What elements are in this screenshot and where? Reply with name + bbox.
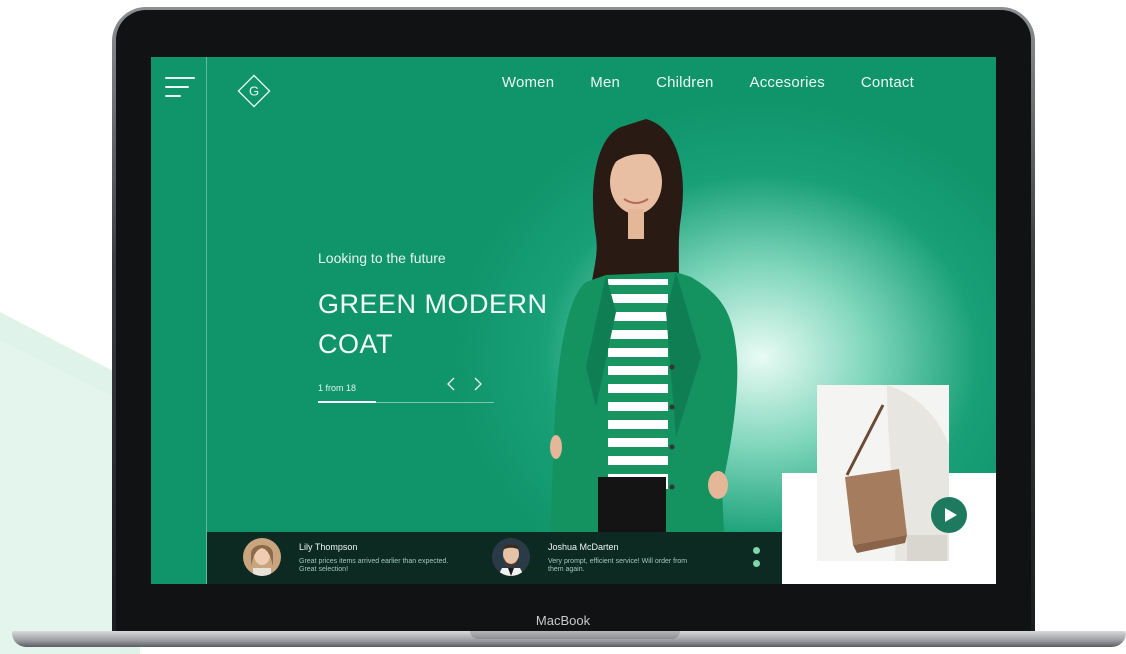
- slide-progress-fill: [318, 401, 377, 403]
- review-text: Great prices items arrived earlier than …: [299, 558, 449, 573]
- chevron-left-icon[interactable]: [444, 375, 458, 393]
- play-button[interactable]: [931, 497, 967, 533]
- reviews-bar: Lily Thompson Great prices items arrived…: [207, 532, 782, 584]
- reviewer-name: Joshua McDarten: [548, 542, 619, 552]
- nav-item-men[interactable]: Men: [590, 74, 620, 91]
- reviewer-name: Lily Thompson: [299, 542, 358, 552]
- chevron-right-icon[interactable]: [471, 375, 485, 393]
- avatar: [243, 538, 281, 576]
- hero-subtitle: Looking to the future: [318, 250, 446, 266]
- hamburger-menu-icon[interactable]: [165, 77, 195, 99]
- model-image: [548, 119, 738, 584]
- laptop-notch: [470, 631, 680, 639]
- review-pager-dot[interactable]: [753, 547, 760, 554]
- nav-item-contact[interactable]: Contact: [861, 74, 914, 91]
- sidebar: [151, 57, 207, 584]
- nav-item-women[interactable]: Women: [502, 74, 554, 91]
- play-icon: [945, 508, 957, 522]
- review-pager-dot[interactable]: [753, 560, 760, 567]
- avatar: [492, 538, 530, 576]
- nav-item-accesories[interactable]: Accesories: [750, 74, 825, 91]
- review-text: Very prompt, efficient service! Will ord…: [548, 558, 688, 573]
- laptop-screen: G Women Men Children Accesories Contact …: [151, 57, 996, 584]
- logo-letter: G: [249, 84, 259, 99]
- device-label: MacBook: [535, 613, 591, 628]
- bag-image: [845, 385, 949, 561]
- diamond-logo-icon[interactable]: G: [237, 74, 271, 108]
- nav-item-children[interactable]: Children: [656, 74, 713, 91]
- product-card[interactable]: [817, 385, 949, 561]
- slide-counter: 1 from 18: [318, 383, 357, 393]
- main-nav: Women Men Children Accesories Contact: [466, 74, 914, 91]
